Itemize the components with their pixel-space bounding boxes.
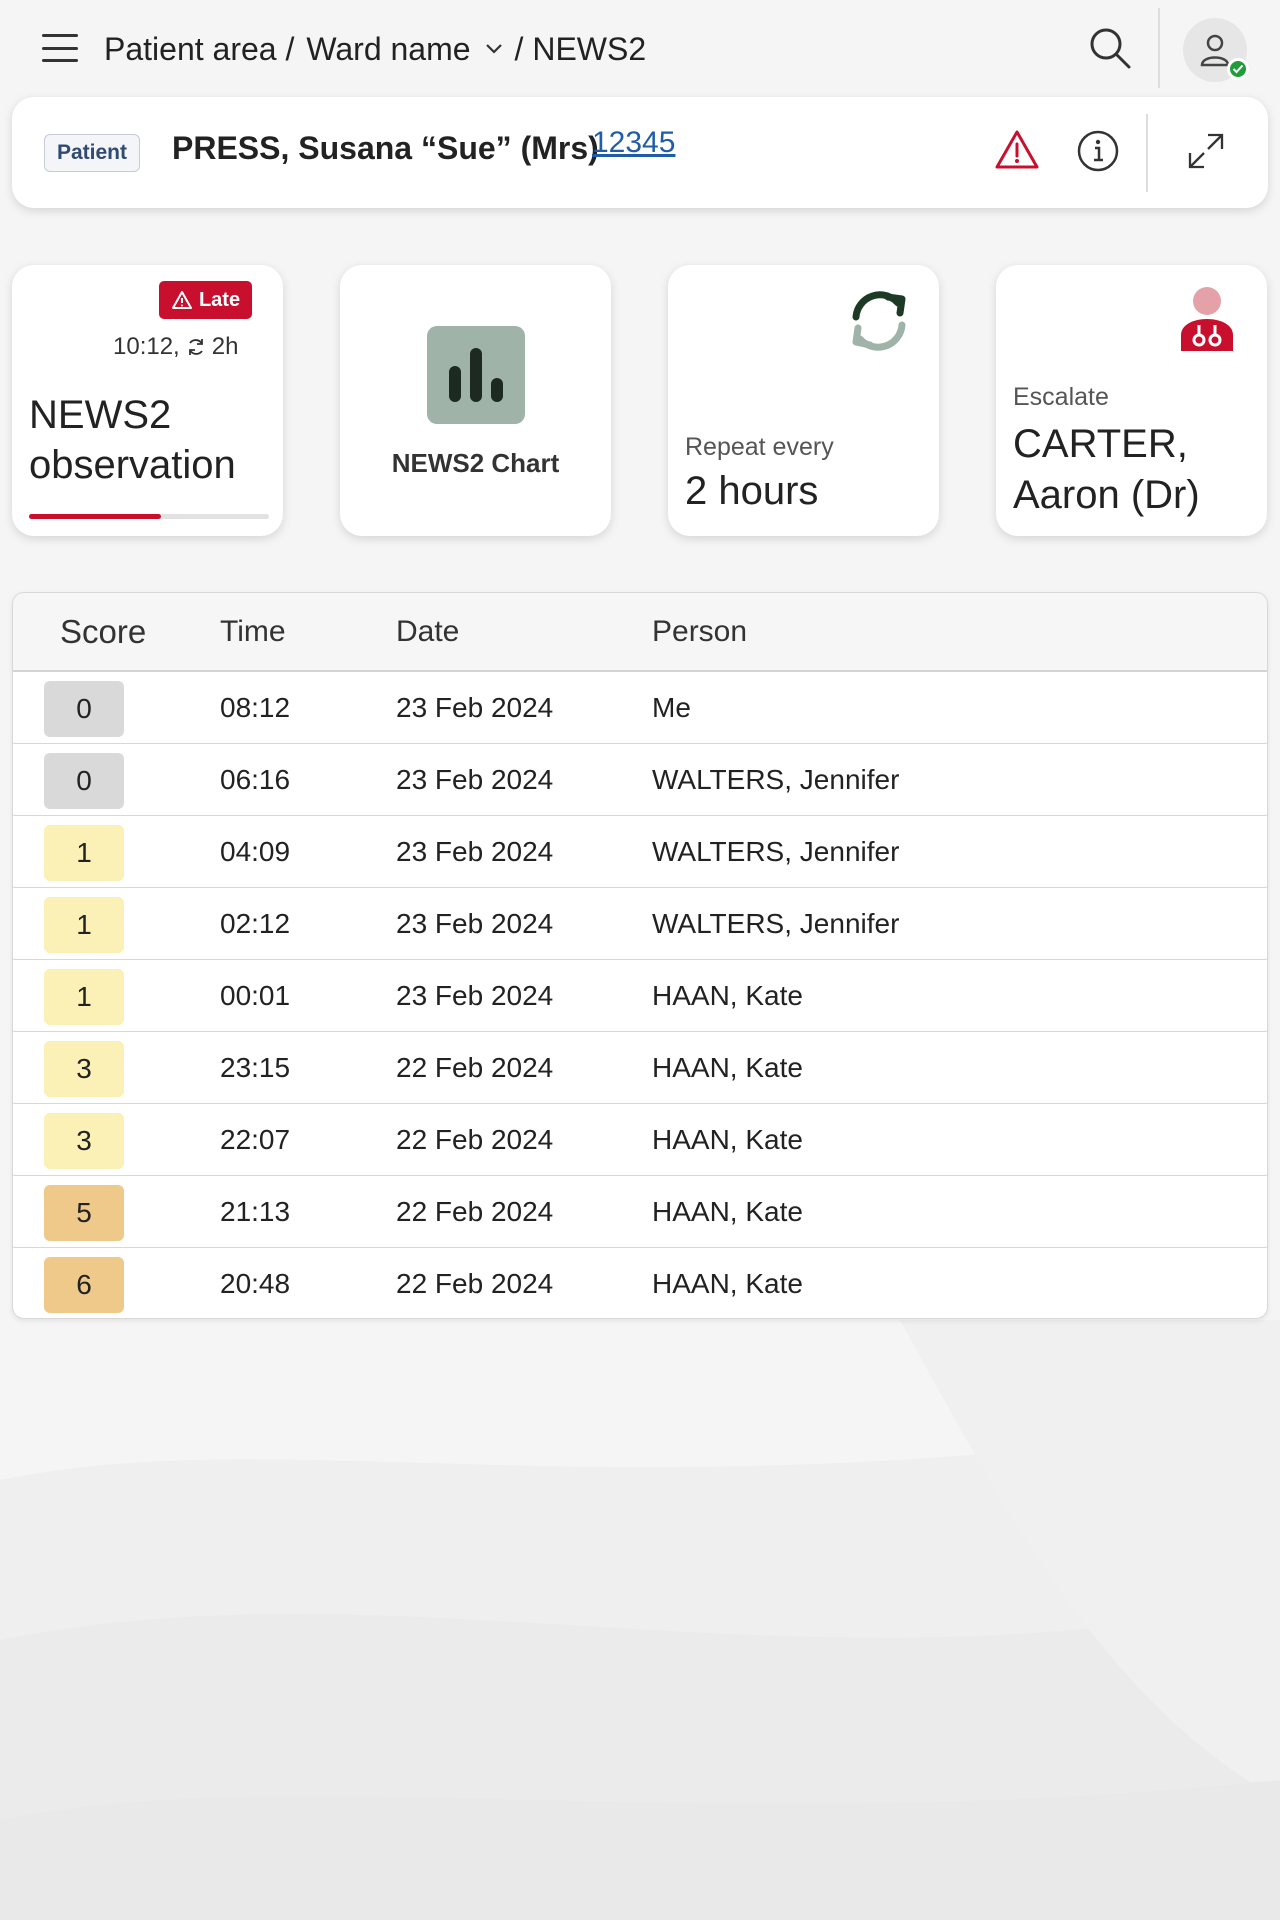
refresh-icon [844, 285, 914, 355]
online-status-icon [1227, 58, 1249, 80]
row-date: 22 Feb 2024 [396, 1052, 554, 1083]
row-date: 22 Feb 2024 [396, 1124, 554, 1155]
news2-observation-card[interactable]: Late 10:12, 2h NEWS2 observation [12, 265, 283, 536]
repeat-icon [188, 339, 203, 355]
table-row[interactable]: 6 20:48 22 Feb 2024 HAAN, Kate [13, 1248, 1267, 1318]
row-time: 20:48 [220, 1268, 291, 1299]
row-person: Me [652, 692, 691, 723]
row-time: 00:01 [220, 980, 291, 1011]
table-header: Score Time Date Person [13, 593, 1267, 672]
search-icon[interactable] [1088, 26, 1132, 70]
row-time: 23:15 [220, 1052, 291, 1083]
score-badge: 5 [44, 1185, 124, 1241]
breadcrumb-ward-name[interactable]: Ward name [306, 31, 470, 68]
chart-icon [427, 326, 525, 424]
column-header-date[interactable]: Date [396, 615, 459, 649]
column-header-time[interactable]: Time [220, 615, 286, 649]
news2-chart-card[interactable]: NEWS2 Chart [340, 265, 611, 536]
info-icon[interactable] [1076, 129, 1120, 173]
score-badge: 1 [44, 825, 124, 881]
row-time: 08:12 [220, 692, 291, 723]
row-date: 23 Feb 2024 [396, 692, 554, 723]
row-date: 22 Feb 2024 [396, 1268, 554, 1299]
row-time: 22:07 [220, 1124, 291, 1155]
late-badge: Late [159, 281, 252, 319]
table-row[interactable]: 0 06:16 23 Feb 2024 WALTERS, Jennifer [13, 744, 1267, 816]
row-person: HAAN, Kate [652, 1124, 803, 1155]
breadcrumb-current-page: / NEWS2 [514, 30, 647, 67]
row-time: 02:12 [220, 908, 291, 939]
row-time: 04:09 [220, 836, 291, 867]
column-header-score[interactable]: Score [60, 613, 146, 651]
warning-icon [171, 291, 192, 309]
user-avatar[interactable] [1183, 18, 1249, 82]
score-badge: 6 [44, 1257, 124, 1313]
score-badge: 1 [44, 897, 124, 953]
table-row[interactable]: 1 04:09 23 Feb 2024 WALTERS, Jennifer [13, 816, 1267, 888]
breadcrumb-patient-area[interactable]: Patient area / [104, 31, 294, 68]
table-row[interactable]: 1 02:12 23 Feb 2024 WALTERS, Jennifer [13, 888, 1267, 960]
row-person: HAAN, Kate [652, 1196, 803, 1227]
observation-title-line1: NEWS2 [29, 393, 172, 437]
row-person: HAAN, Kate [652, 1268, 803, 1299]
divider [1146, 114, 1148, 192]
menu-icon[interactable] [42, 34, 78, 62]
row-time: 21:13 [220, 1196, 291, 1227]
score-badge: 0 [44, 753, 124, 809]
observation-title-line2: observation [29, 443, 236, 487]
patient-tag: Patient [44, 134, 140, 172]
patient-banner: Patient PRESS, Susana “Sue” (Mrs) 12345 [12, 97, 1268, 208]
warning-icon[interactable] [994, 129, 1040, 171]
row-person: WALTERS, Jennifer [652, 836, 900, 867]
repeat-value: 2 hours [685, 469, 819, 513]
chevron-down-icon[interactable] [485, 43, 503, 55]
escalate-card[interactable]: Escalate CARTER, Aaron (Dr) [996, 265, 1267, 536]
observation-progress-fill [29, 514, 161, 519]
chart-card-label: NEWS2 Chart [391, 448, 560, 478]
doctor-icon [1177, 285, 1237, 355]
row-date: 23 Feb 2024 [396, 764, 554, 795]
repeat-interval-card[interactable]: Repeat every 2 hours [668, 265, 939, 536]
table-row[interactable]: 5 21:13 22 Feb 2024 HAAN, Kate [13, 1176, 1267, 1248]
table-row[interactable]: 0 08:12 23 Feb 2024 Me [13, 672, 1267, 744]
patient-name: PRESS, Susana “Sue” (Mrs) [172, 130, 599, 166]
row-date: 23 Feb 2024 [396, 980, 554, 1011]
observation-progress-bar [29, 514, 269, 519]
row-person: WALTERS, Jennifer [652, 908, 900, 939]
escalate-contact-line2: Aaron (Dr) [1013, 473, 1200, 517]
observation-time: 10:12, [113, 333, 180, 360]
divider [1158, 8, 1160, 88]
row-time: 06:16 [220, 764, 291, 795]
table-row[interactable]: 1 00:01 23 Feb 2024 HAAN, Kate [13, 960, 1267, 1032]
row-person: HAAN, Kate [652, 980, 803, 1011]
observation-interval: 2h [211, 333, 239, 360]
column-header-person[interactable]: Person [652, 615, 747, 649]
row-date: 23 Feb 2024 [396, 908, 554, 939]
row-person: HAAN, Kate [652, 1052, 803, 1083]
row-person: WALTERS, Jennifer [652, 764, 900, 795]
row-date: 22 Feb 2024 [396, 1196, 554, 1227]
patient-id-link[interactable]: 12345 [592, 126, 675, 160]
score-badge: 0 [44, 681, 124, 737]
score-badge: 3 [44, 1113, 124, 1169]
escalate-contact-line1: CARTER, [1013, 422, 1188, 466]
observation-title: NEWS2 observation [29, 390, 236, 490]
user-icon [1200, 34, 1230, 67]
score-badge: 3 [44, 1041, 124, 1097]
breadcrumb: Patient area / Ward name / NEWS2 [104, 26, 646, 72]
escalate-label: Escalate [1013, 383, 1109, 411]
repeat-label: Repeat every [685, 433, 834, 461]
table-body: 0 08:12 23 Feb 2024 Me 0 06:16 23 Feb 2024 WALT… [13, 672, 1267, 1318]
table-row[interactable]: 3 23:15 22 Feb 2024 HAAN, Kate [13, 1032, 1267, 1104]
observation-timing: 10:12, 2h [113, 333, 238, 361]
expand-icon[interactable] [1186, 131, 1226, 171]
observations-table: Score Time Date Person 0 08:12 23 Feb 2024… [12, 592, 1268, 1319]
top-bar: Patient area / Ward name / NEWS2 [0, 0, 1280, 98]
score-badge: 1 [44, 969, 124, 1025]
late-badge-label: Late [198, 288, 241, 311]
escalate-contact: CARTER, Aaron (Dr) [1013, 419, 1200, 521]
row-date: 23 Feb 2024 [396, 836, 554, 867]
table-row[interactable]: 3 22:07 22 Feb 2024 HAAN, Kate [13, 1104, 1267, 1176]
